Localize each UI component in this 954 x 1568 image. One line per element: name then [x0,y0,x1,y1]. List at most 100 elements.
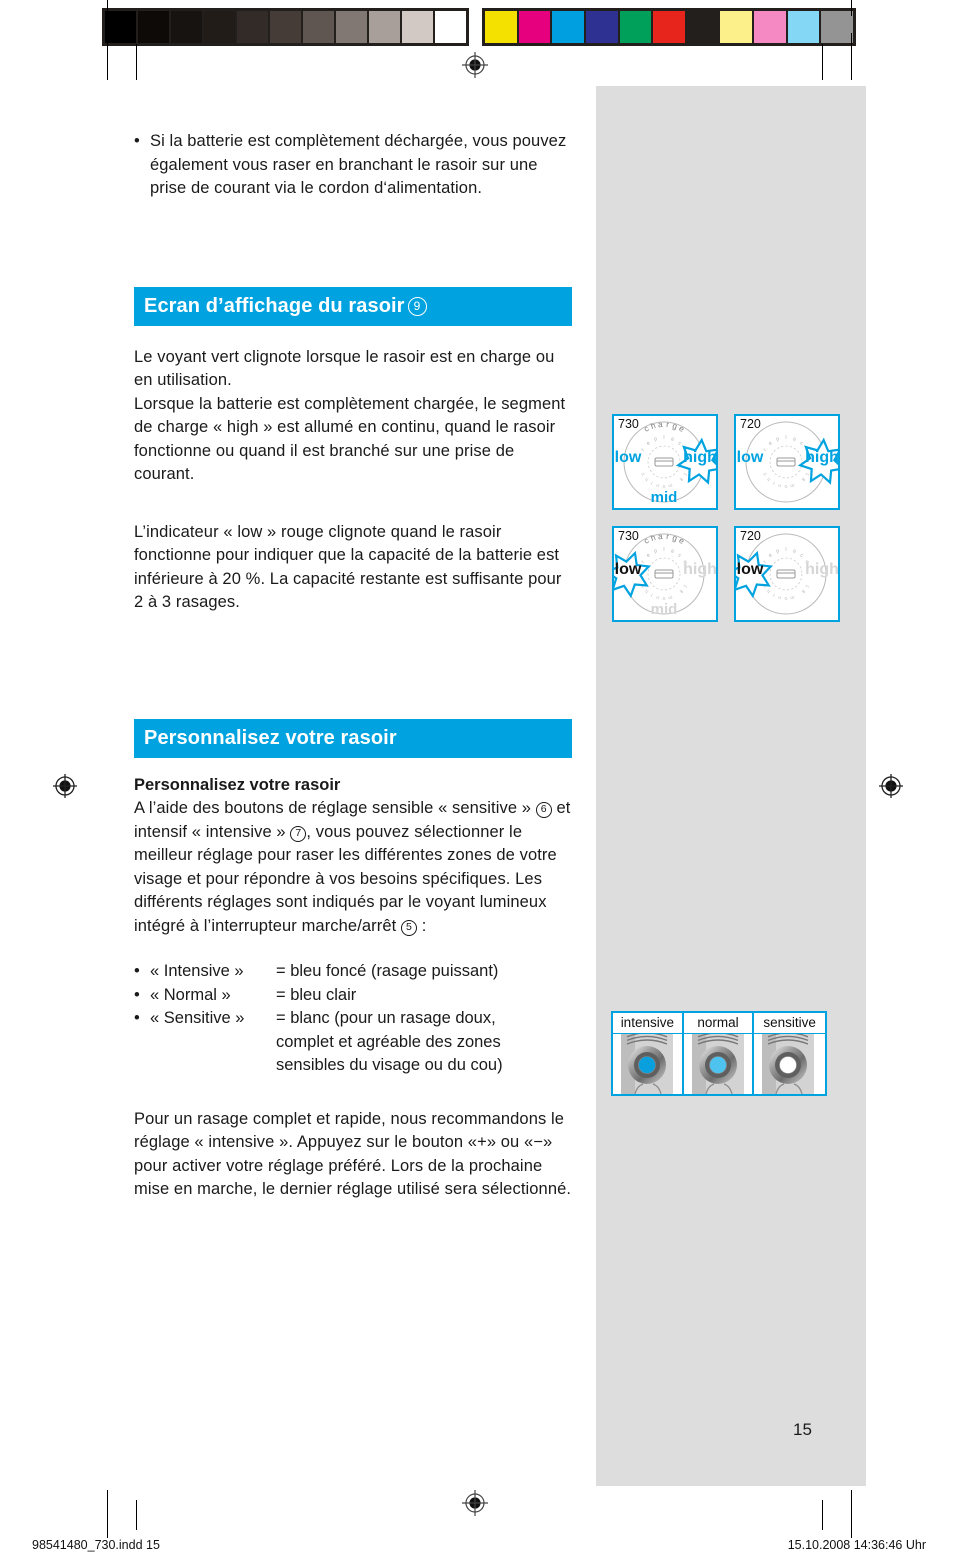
svg-text:h: h [644,476,650,482]
svg-text:p: p [653,548,658,555]
text-column: Si la batterie est complètement déchargé… [134,130,572,1202]
svg-text:t: t [771,480,776,486]
page-number: 15 [793,1420,812,1439]
svg-text:n: n [777,482,781,489]
svg-text:l: l [785,547,786,553]
personalise-closing: Pour un rasage complet et rapide, nous r… [134,1109,572,1199]
personalise-intro: A l’aide des boutons de réglage sensible… [134,797,572,938]
svg-text:e: e [767,552,773,559]
svg-text:c: c [798,440,804,447]
svg-text:m: m [789,482,795,489]
shaver-illustration-sensitive: sensitive [754,1013,825,1095]
shaver-display-illustrations: 730replace18 monthschargelowhighmid720re… [612,414,840,638]
setting-term: « Sensitive » [150,1009,245,1027]
color-swatch [369,11,402,43]
svg-text:p: p [653,436,658,443]
crop-mark [136,1500,137,1530]
crop-mark [136,44,137,80]
crop-mark [851,1490,852,1538]
shaver-display-row: 730replace18 monthschargelowhighmid720re… [612,526,840,622]
svg-text:s: s [640,471,647,477]
svg-text:e: e [645,552,651,559]
svg-text:l: l [785,435,786,441]
color-swatch [518,11,553,43]
shaver-display-730-high: 730replace18 monthschargelowhighmid [612,414,718,510]
svg-text:s: s [762,471,769,477]
svg-text:o: o [784,483,787,489]
crop-mark [822,44,823,80]
svg-text:high: high [683,561,716,578]
color-swatch [435,11,466,43]
color-swatch [821,11,854,43]
section-heading-display-label: Ecran d’affichage du rasoir [144,294,405,317]
color-swatch [105,11,138,43]
crop-mark [107,0,108,16]
section-heading-display: Ecran d’affichage du rasoir 9 [134,286,572,326]
color-swatch [585,11,620,43]
svg-text:mid: mid [651,601,678,618]
setting-value: = blanc (pour un rasage doux, [276,1009,496,1027]
svg-text:mid: mid [651,489,678,506]
setting-value: = bleu clair [276,985,357,1004]
svg-text:c: c [642,424,650,434]
shaver-illustration-normal: normal [683,1013,755,1095]
intro-bullet: Si la batterie est complètement déchargé… [134,130,572,201]
shaver-setting-caption: normal [683,1013,753,1034]
svg-text:n: n [655,482,659,489]
ref-switch-icon: 5 [401,919,418,936]
svg-text:e: e [677,424,686,434]
crop-mark [851,0,852,16]
shaver-head-image [684,1032,753,1095]
svg-text:o: o [784,595,787,601]
shaver-display-row: 730replace18 monthschargelowhighmid720re… [612,414,840,510]
shaver-display-720-low: 720replace18 monthslowhigh [734,526,840,622]
svg-text:c: c [676,440,682,447]
svg-text:e: e [645,440,651,447]
crop-mark [107,1490,108,1538]
svg-text:low: low [615,561,642,578]
setting-term: « Normal » [150,985,231,1004]
section-heading-display-ref: 9 [407,296,427,316]
color-swatch [303,11,336,43]
color-swatch [653,11,687,43]
svg-text:n: n [777,594,781,601]
svg-text:p: p [775,436,780,443]
svg-text:high: high [805,449,838,466]
setting-row: • « Intensive » = bleu foncé (rasage puiss… [134,960,572,984]
setting-value: = bleu foncé (rasage puissant) [276,962,499,980]
svg-text:a: a [658,420,664,429]
svg-text:m: m [667,594,673,601]
svg-text:a: a [792,436,797,443]
svg-text:high: high [805,561,838,578]
shaver-display-730-low: 730replace18 monthschargelowhighmid [612,526,718,622]
color-swatch [204,11,237,43]
svg-text:1: 1 [803,583,810,589]
color-swatch [754,11,788,43]
ref-sensitive-icon: 6 [535,802,552,818]
svg-text:t: t [649,480,654,486]
registration-mark-top [462,52,488,78]
svg-text:low: low [737,561,764,578]
svg-text:h: h [766,476,772,482]
svg-text:c: c [642,536,650,546]
display-paragraph-3: L’indicateur « low » rouge clignote quan… [134,522,562,612]
bullet-icon: • [134,1009,140,1027]
setting-value-continued: sensibles du visage ou du cou) [276,1056,503,1074]
shaver-setting-illustrations: intensive normal sensitive [611,1011,827,1096]
color-swatch [402,11,435,43]
svg-text:8: 8 [800,588,806,594]
personalise-intro-d: : [417,916,427,935]
svg-text:r: r [666,532,670,541]
footer-timestamp: 15.10.2008 14:36:46 Uhr [787,1538,926,1552]
bullet-icon: • [134,962,140,980]
svg-text:low: low [615,449,642,466]
registration-mark-right [878,773,904,799]
section-heading-personalise: Personnalisez votre rasoir [134,718,572,758]
color-swatch [138,11,171,43]
color-swatch [686,11,721,43]
svg-text:c: c [676,552,682,559]
color-swatch [336,11,369,43]
shaver-setting-caption: sensitive [754,1013,825,1034]
svg-text:c: c [798,552,804,559]
shaver-setting-caption: intensive [613,1013,682,1034]
